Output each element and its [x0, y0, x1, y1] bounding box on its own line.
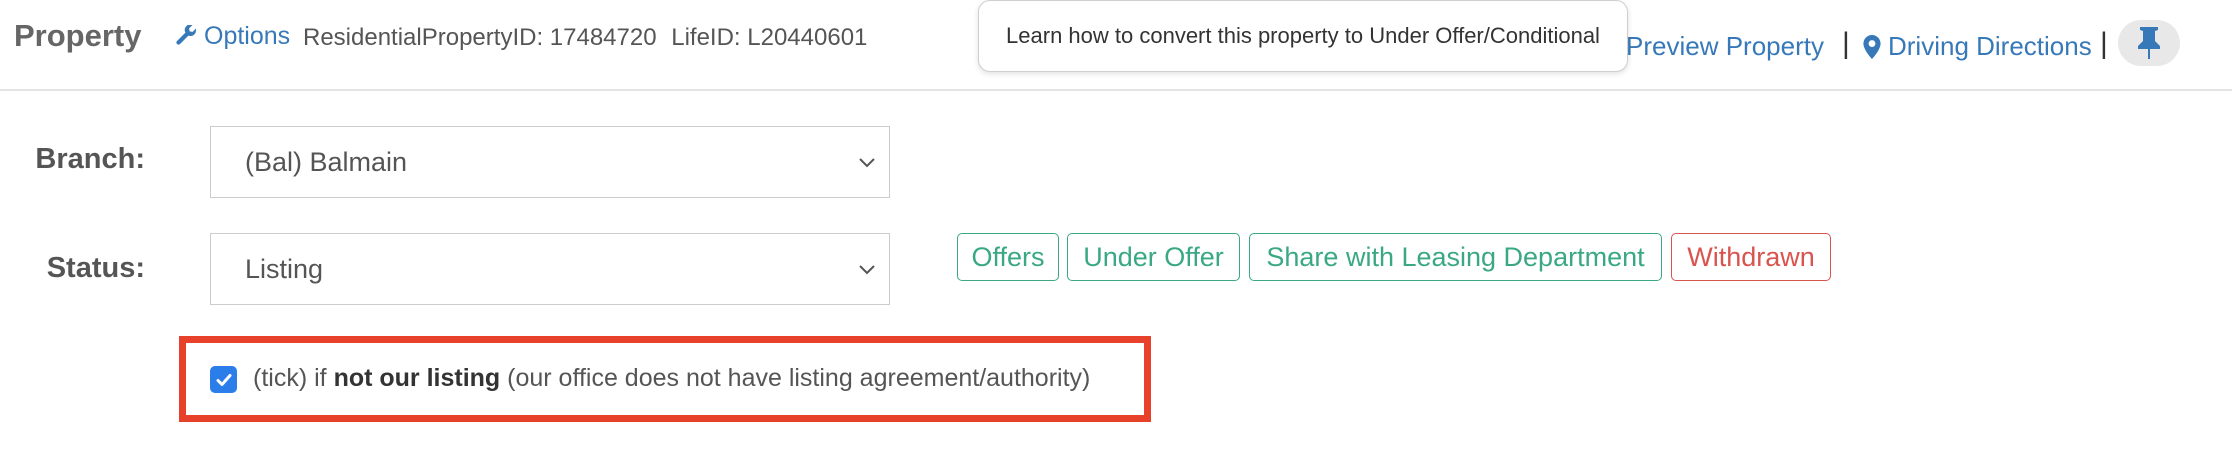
status-select[interactable]: Listing: [210, 233, 890, 305]
chevron-down-icon: [859, 265, 875, 275]
options-link[interactable]: Options: [174, 22, 290, 51]
not-our-listing-label: (tick) if not our listing (our office do…: [253, 364, 1090, 393]
convert-tooltip: Learn how to convert this property to Un…: [978, 0, 1628, 72]
withdrawn-button[interactable]: Withdrawn: [1671, 233, 1831, 281]
status-select-value: Listing: [245, 253, 324, 284]
check-icon: [216, 373, 231, 386]
property-meta: ResidentialPropertyID: 17484720 LifeID: …: [303, 24, 867, 52]
page-title: Property: [14, 18, 142, 53]
preview-property-label: Preview Property: [1626, 31, 1824, 61]
property-header: Property Options ResidentialPropertyID: …: [0, 0, 2232, 91]
property-type: Residential: [303, 24, 422, 51]
checkbox-label-bold: not our listing: [333, 364, 501, 392]
share-with-leasing-button[interactable]: Share with Leasing Department: [1249, 233, 1662, 281]
preview-property-link[interactable]: Preview Property: [1626, 31, 1824, 62]
branch-label: Branch:: [35, 143, 145, 175]
status-label: Status:: [46, 252, 145, 284]
offers-button[interactable]: Offers: [957, 233, 1059, 281]
pin-button[interactable]: [2118, 20, 2180, 66]
life-id: LifeID: L20440601: [671, 24, 868, 51]
header-separator: |: [2100, 27, 2108, 60]
header-separator: |: [1842, 27, 1850, 60]
under-offer-button[interactable]: Under Offer: [1067, 233, 1240, 281]
options-label: Options: [204, 22, 291, 50]
checkbox-label-suffix: (our office does not have listing agreem…: [507, 364, 1091, 392]
map-marker-icon: [1863, 34, 1881, 59]
driving-directions-link[interactable]: Driving Directions: [1862, 31, 2092, 62]
branch-select[interactable]: (Bal) Balmain: [210, 126, 890, 198]
branch-select-value: (Bal) Balmain: [245, 146, 408, 177]
driving-directions-label: Driving Directions: [1888, 31, 2092, 61]
property-id: PropertyID: 17484720: [421, 24, 657, 51]
tooltip-text: Learn how to convert this property to Un…: [1006, 23, 1600, 48]
not-our-listing-checkbox[interactable]: [210, 366, 237, 393]
thumbtack-icon: [2138, 27, 2160, 59]
wrench-icon: [176, 24, 197, 45]
chevron-down-icon: [859, 158, 875, 168]
checkbox-label-prefix: (tick) if: [253, 364, 327, 392]
property-page: Property Options ResidentialPropertyID: …: [0, 0, 2232, 462]
